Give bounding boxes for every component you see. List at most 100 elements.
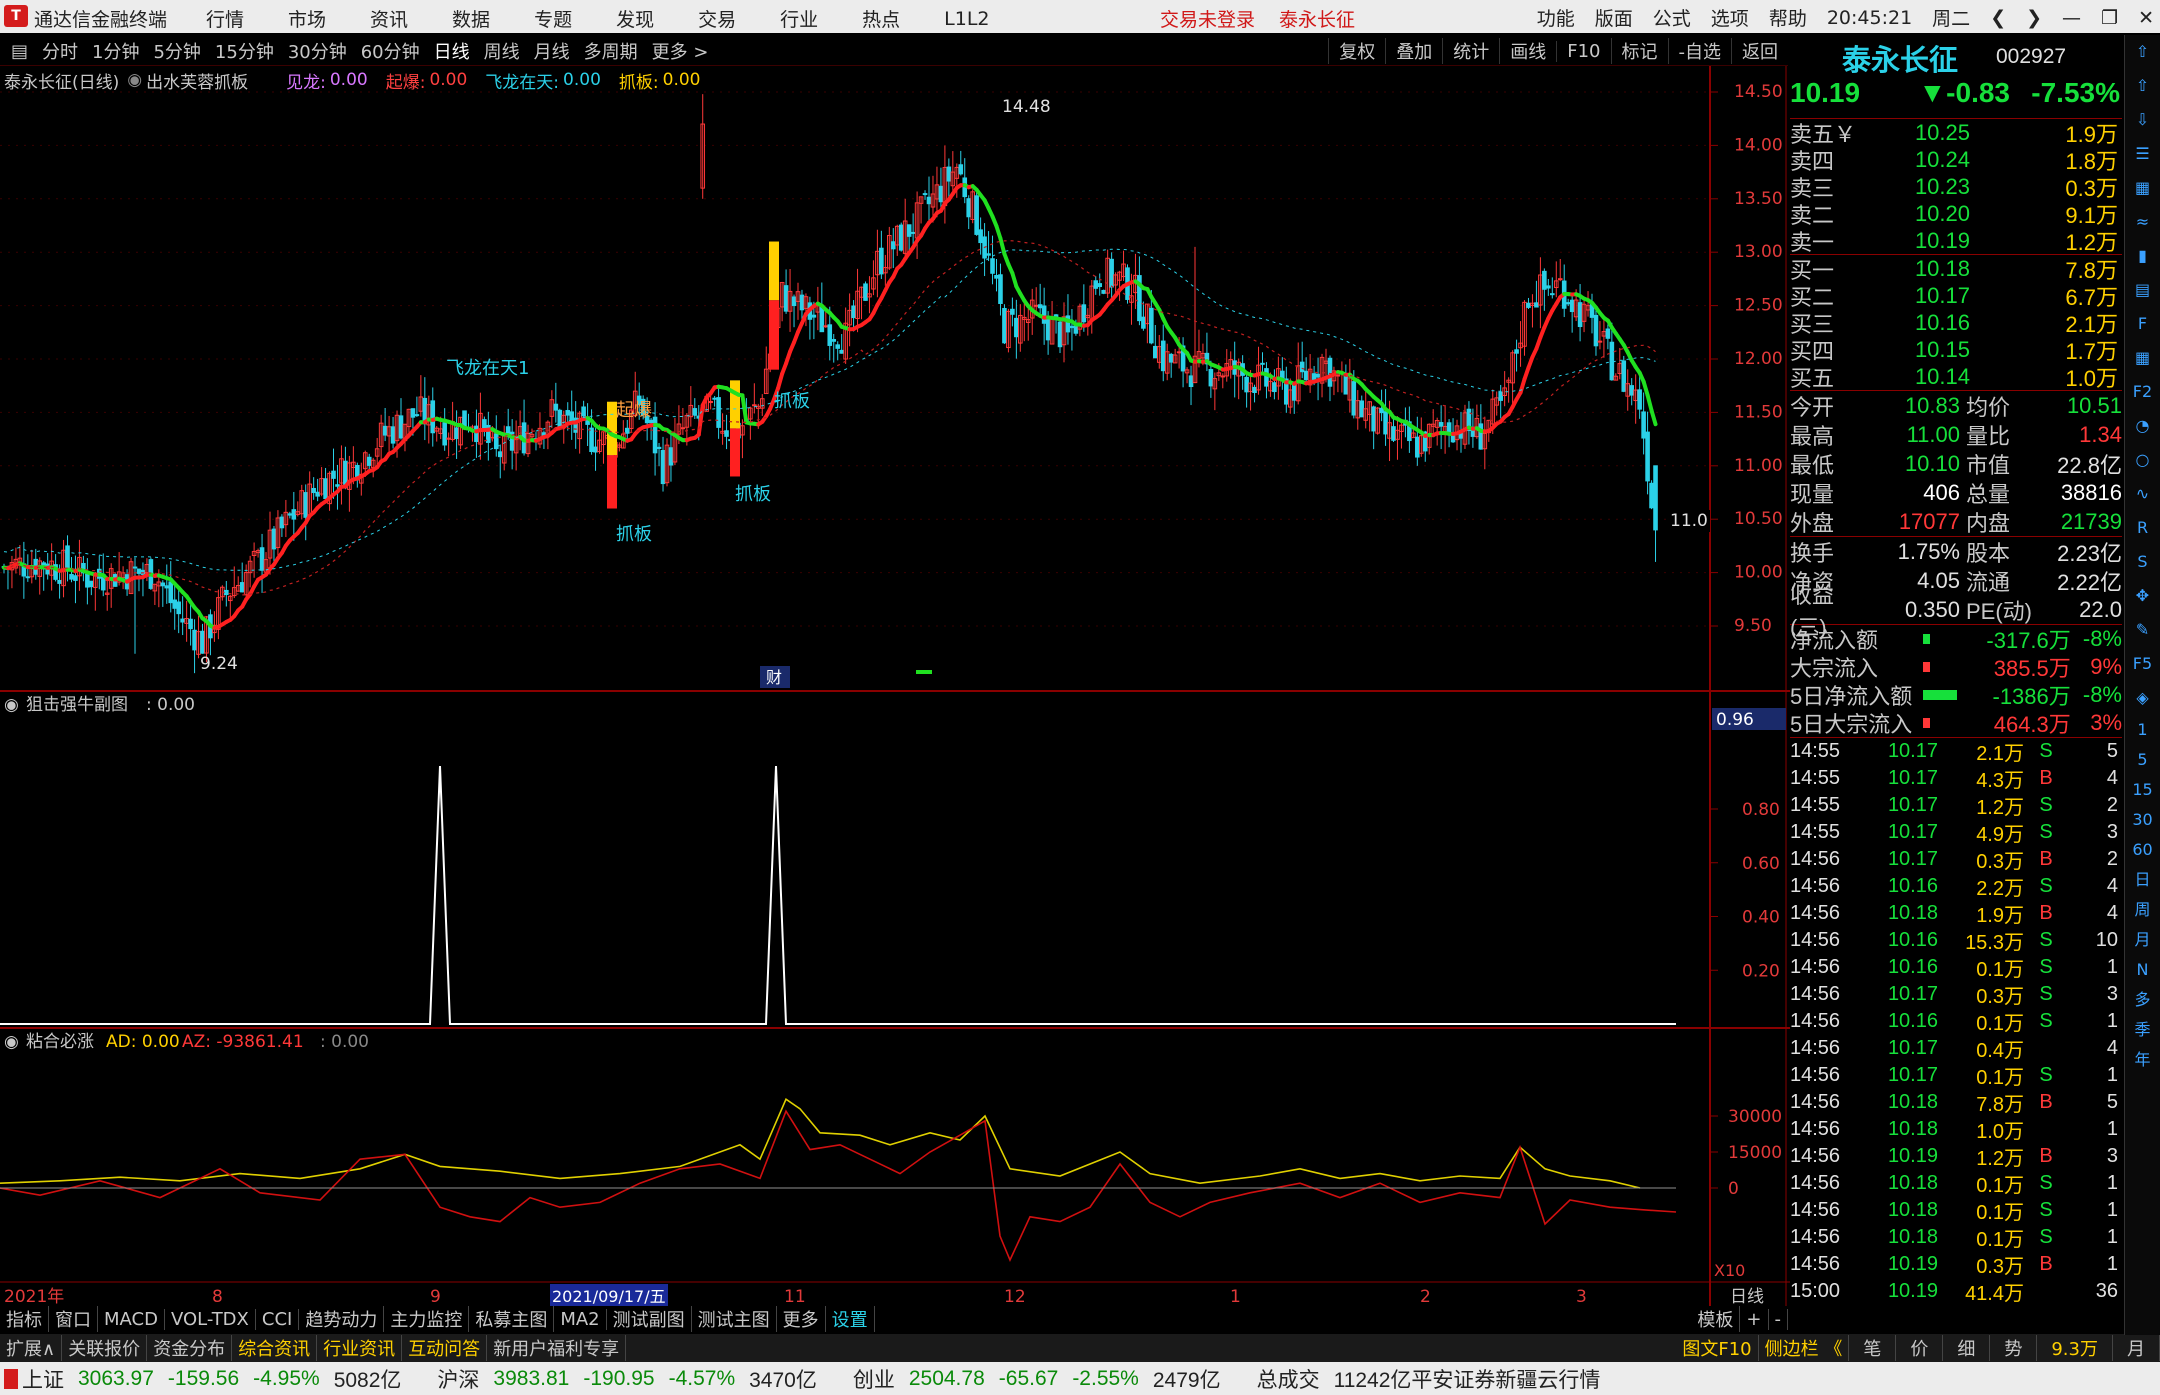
f2-icon[interactable]: F2 bbox=[2125, 375, 2160, 409]
arrow-down-icon[interactable]: ⇩ bbox=[2125, 103, 2160, 137]
func-month[interactable]: 月 bbox=[2113, 1335, 2160, 1361]
period-tab[interactable]: 60分钟 bbox=[354, 38, 427, 64]
func-jia[interactable]: 价 bbox=[1896, 1335, 1944, 1361]
side-period-button[interactable]: 周 bbox=[2125, 895, 2160, 925]
wave-icon[interactable]: ∿ bbox=[2125, 477, 2160, 511]
ask-row[interactable]: 卖二 10.20 9.1万 bbox=[1790, 200, 2122, 228]
side-period-button[interactable]: 5 bbox=[2125, 745, 2160, 775]
ask-row[interactable]: 卖五￥ 10.25 1.9万 bbox=[1790, 119, 2122, 147]
func-fund-distribution[interactable]: 资金分布 bbox=[147, 1335, 233, 1361]
sub2-toggle-icon[interactable]: ◉ bbox=[4, 1032, 19, 1052]
func-related-quote[interactable]: 关联报价 bbox=[62, 1335, 148, 1361]
gauge-icon[interactable]: ◔ bbox=[2125, 409, 2160, 443]
menu-layout[interactable]: 版面 bbox=[1595, 4, 1633, 31]
index-name[interactable]: 沪深 bbox=[437, 1364, 479, 1394]
pen-icon[interactable]: ✎ bbox=[2125, 613, 2160, 647]
tool-button[interactable]: 统计 bbox=[1442, 38, 1499, 64]
side-period-button[interactable]: 年 bbox=[2125, 1045, 2160, 1075]
side-period-button[interactable]: 1 bbox=[2125, 715, 2160, 745]
bid-row[interactable]: 买三 10.16 2.1万 bbox=[1790, 309, 2122, 337]
minimize-icon[interactable]: — bbox=[2062, 7, 2081, 29]
tool-button[interactable]: F10 bbox=[1556, 40, 1610, 62]
rsi-icon[interactable]: R bbox=[2125, 511, 2160, 545]
func-xi[interactable]: 细 bbox=[1943, 1335, 1991, 1361]
tab-test-main[interactable]: 测试主图 bbox=[692, 1306, 777, 1332]
tab-remove[interactable]: - bbox=[1769, 1308, 1788, 1330]
side-period-button[interactable]: 15 bbox=[2125, 775, 2160, 805]
ask-row[interactable]: 卖三 10.23 0.3万 bbox=[1790, 173, 2122, 201]
ask-row[interactable]: 卖一 10.19 1.2万 bbox=[1790, 227, 2122, 255]
money-icon[interactable]: ◈ bbox=[2125, 681, 2160, 715]
tab-vol[interactable]: VOL-TDX bbox=[165, 1308, 256, 1330]
tab-macd[interactable]: MACD bbox=[98, 1308, 165, 1330]
index-name[interactable]: 上证 bbox=[22, 1364, 64, 1394]
bid-row[interactable]: 买二 10.17 6.7万 bbox=[1790, 282, 2122, 310]
index-name[interactable]: 创业 bbox=[853, 1364, 895, 1394]
tab-ma2[interactable]: MA2 bbox=[554, 1308, 607, 1330]
menu-item[interactable]: 行业 bbox=[780, 5, 818, 32]
tab-test-sub[interactable]: 测试副图 bbox=[607, 1306, 692, 1332]
tool-button[interactable]: -自选 bbox=[1667, 38, 1732, 64]
ask-row[interactable]: 卖四 10.24 1.8万 bbox=[1790, 146, 2122, 174]
func-shi[interactable]: 势 bbox=[1990, 1335, 2038, 1361]
tool-button[interactable]: 叠加 bbox=[1385, 38, 1442, 64]
menu-function[interactable]: 功能 bbox=[1537, 4, 1575, 31]
func-new-user[interactable]: 新用户福利专享 bbox=[487, 1335, 627, 1361]
tool-button[interactable]: 返回 bbox=[1731, 38, 1788, 64]
period-tab-active[interactable]: 日线 bbox=[427, 38, 477, 64]
period-tab[interactable]: 月线 bbox=[527, 38, 577, 64]
arrow-up-icon[interactable]: ⇧ bbox=[2125, 69, 2160, 103]
trade-login-status[interactable]: 交易未登录 bbox=[1160, 5, 1255, 32]
side-period-button[interactable]: 日 bbox=[2125, 865, 2160, 895]
sub1-title[interactable]: 狙击强牛副图 bbox=[26, 695, 128, 715]
arrow-up-icon[interactable]: ⇧ bbox=[2125, 35, 2160, 69]
period-tab[interactable]: 5分钟 bbox=[146, 38, 207, 64]
side-period-button[interactable]: 多 bbox=[2125, 985, 2160, 1015]
tab-cci[interactable]: CCI bbox=[256, 1308, 300, 1330]
tab-more[interactable]: 更多 bbox=[777, 1306, 826, 1332]
tool-button[interactable]: 标记 bbox=[1610, 38, 1668, 64]
grid-icon[interactable]: ▦ bbox=[2125, 171, 2160, 205]
menu-item[interactable]: 行情 bbox=[206, 5, 244, 32]
menu-item[interactable]: 资讯 bbox=[370, 5, 408, 32]
tool-button[interactable]: 复权 bbox=[1328, 38, 1385, 64]
period-tab[interactable]: 30分钟 bbox=[281, 38, 354, 64]
tab-monitor[interactable]: 主力监控 bbox=[384, 1306, 470, 1332]
menu-help[interactable]: 帮助 bbox=[1769, 4, 1807, 31]
menu-item[interactable]: 交易 bbox=[698, 5, 736, 32]
menu-item[interactable]: 发现 bbox=[616, 5, 654, 32]
func-sidebar[interactable]: 侧边栏 《 bbox=[1759, 1335, 1850, 1361]
menu-item[interactable]: L1L2 bbox=[944, 8, 989, 30]
current-stock-tab[interactable]: 泰永长征 bbox=[1279, 5, 1355, 32]
bid-row[interactable]: 买一 10.18 7.8万 bbox=[1790, 255, 2122, 283]
side-period-button[interactable]: N bbox=[2125, 955, 2160, 985]
tool-button[interactable]: 画线 bbox=[1499, 38, 1556, 64]
list-icon[interactable]: ☰ bbox=[2125, 137, 2160, 171]
menu-formula[interactable]: 公式 bbox=[1653, 4, 1691, 31]
side-period-button[interactable]: 30 bbox=[2125, 805, 2160, 835]
period-tab[interactable]: 周线 bbox=[477, 38, 527, 64]
circle-icon[interactable]: ○ bbox=[2125, 443, 2160, 477]
list-icon[interactable]: ▤ bbox=[4, 41, 35, 62]
tab-indicator[interactable]: 指标 bbox=[0, 1306, 49, 1332]
menu-item[interactable]: 市场 bbox=[288, 5, 326, 32]
period-tab[interactable]: 15分钟 bbox=[208, 38, 281, 64]
tab-window[interactable]: 窗口 bbox=[49, 1306, 98, 1332]
sub1-toggle-icon[interactable]: ◉ bbox=[4, 695, 19, 715]
tab-settings[interactable]: 设置 bbox=[826, 1306, 875, 1332]
menu-options[interactable]: 选项 bbox=[1711, 4, 1749, 31]
close-icon[interactable]: ✕ bbox=[2138, 7, 2154, 29]
kline-chart-area[interactable]: 14.48 9.24 11.0 飞龙在天1 起爆 抓板 抓板 抓板 抓板 财 1… bbox=[0, 66, 1790, 1306]
tab-add[interactable]: + bbox=[1740, 1308, 1769, 1330]
tab-template[interactable]: 模板 bbox=[1691, 1306, 1741, 1332]
table-icon[interactable]: ▦ bbox=[2125, 341, 2160, 375]
f10-icon[interactable]: F bbox=[2125, 307, 2160, 341]
menu-item[interactable]: 数据 bbox=[452, 5, 490, 32]
menu-item[interactable]: 专题 bbox=[534, 5, 572, 32]
period-tab[interactable]: 分时 bbox=[35, 38, 85, 64]
expand-button[interactable]: 扩展∧ bbox=[0, 1335, 63, 1361]
period-tab[interactable]: 更多 > bbox=[645, 38, 716, 64]
func-bi[interactable]: 笔 bbox=[1849, 1335, 1897, 1361]
period-tab[interactable]: 1分钟 bbox=[85, 38, 146, 64]
period-tab[interactable]: 多周期 bbox=[577, 38, 645, 64]
